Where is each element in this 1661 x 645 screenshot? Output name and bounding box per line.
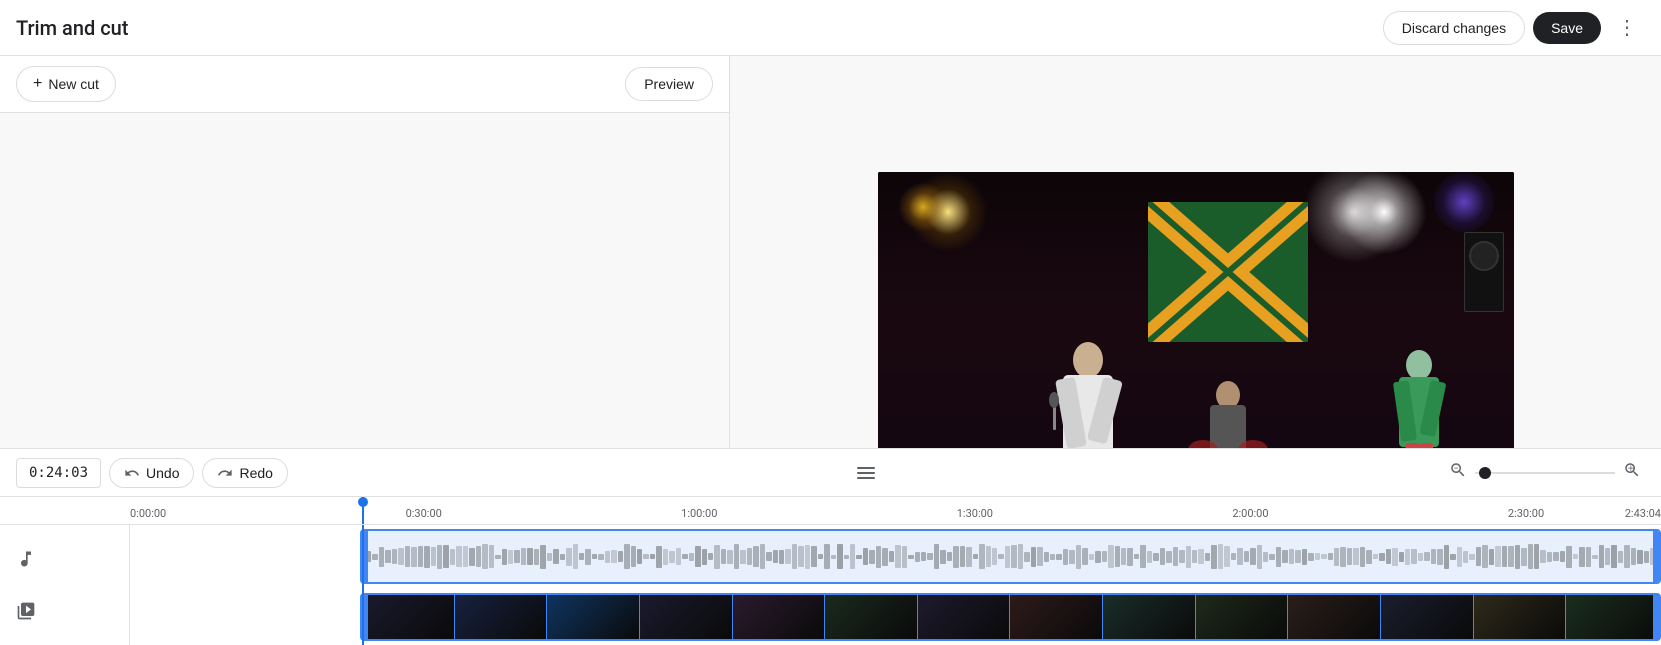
video-track-icon <box>16 601 113 621</box>
zoom-thumb <box>1479 467 1491 479</box>
redo-label: Redo <box>239 465 272 481</box>
save-button[interactable]: Save <box>1533 12 1601 44</box>
plus-icon: + <box>33 75 42 93</box>
zoom-out-icon <box>1449 461 1467 479</box>
discard-changes-button[interactable]: Discard changes <box>1383 11 1525 45</box>
timeline-toolbar: 0:24:03 Undo Redo <box>0 449 1661 497</box>
drag-line-2 <box>857 472 875 474</box>
ruler-mark-5: 2:30:00 <box>1508 507 1544 520</box>
redo-icon <box>217 465 233 481</box>
cut-toolbar: + New cut Preview <box>0 56 729 113</box>
timeline-ruler: 0:00:00 0:30:00 1:00:00 1:30:00 2:00:00 … <box>0 497 1661 525</box>
new-cut-button[interactable]: + New cut <box>16 66 116 102</box>
more-options-button[interactable]: ⋮ <box>1609 11 1645 44</box>
zoom-in-button[interactable] <box>1619 457 1645 488</box>
waveform <box>366 542 1655 572</box>
undo-icon <box>124 465 140 481</box>
audio-track[interactable] <box>360 529 1661 584</box>
app-header: Trim and cut Discard changes Save ⋮ <box>0 0 1661 56</box>
video-track[interactable] <box>360 593 1661 641</box>
drag-line-3 <box>857 477 875 479</box>
redo-button[interactable]: Redo <box>202 458 287 488</box>
ruler-mark-4: 2:00:00 <box>1232 507 1268 520</box>
tracks-content <box>130 525 1661 645</box>
ruler-mark-3: 1:30:00 <box>957 507 993 520</box>
time-display: 0:24:03 <box>16 458 101 488</box>
drag-line-1 <box>857 467 875 469</box>
ruler-playhead <box>362 497 364 524</box>
audio-track-icon <box>16 549 113 569</box>
timeline-drag-handle[interactable] <box>853 463 879 483</box>
ruler-mark-0: 0:00:00 <box>130 507 166 520</box>
timeline-zoom <box>1445 457 1645 488</box>
ruler-mark-2: 1:00:00 <box>681 507 717 520</box>
zoom-track <box>1475 472 1615 474</box>
ruler-mark-1: 0:30:00 <box>406 507 442 520</box>
zoom-in-icon <box>1623 461 1641 479</box>
undo-button[interactable]: Undo <box>109 458 194 488</box>
zoom-track-fill <box>1491 472 1615 474</box>
page-title: Trim and cut <box>16 16 128 40</box>
tracks-area <box>0 525 1661 645</box>
ruler-playhead-handle <box>358 497 368 507</box>
video-trim-right[interactable] <box>1653 595 1661 639</box>
track-icons <box>0 525 130 645</box>
video-camera-icon <box>16 601 36 621</box>
tracks-playhead <box>362 525 364 645</box>
header-actions: Discard changes Save ⋮ <box>1383 11 1645 45</box>
zoom-out-button[interactable] <box>1445 457 1471 488</box>
stage-light-purple <box>1434 172 1494 232</box>
flag-x-svg <box>1148 202 1308 342</box>
undo-label: Undo <box>146 465 179 481</box>
preview-button[interactable]: Preview <box>625 67 713 101</box>
stage-light-warm <box>898 182 948 232</box>
audio-trim-right[interactable] <box>1653 531 1661 582</box>
speaker-right <box>1464 232 1504 312</box>
new-cut-label: New cut <box>48 76 99 92</box>
timeline-center <box>296 463 1437 483</box>
ruler-mark-6: 2:43:04 <box>1625 507 1661 520</box>
timeline-section: 0:24:03 Undo Redo <box>0 448 1661 645</box>
music-note-icon <box>16 549 36 569</box>
ruler-content: 0:00:00 0:30:00 1:00:00 1:30:00 2:00:00 … <box>130 497 1661 524</box>
